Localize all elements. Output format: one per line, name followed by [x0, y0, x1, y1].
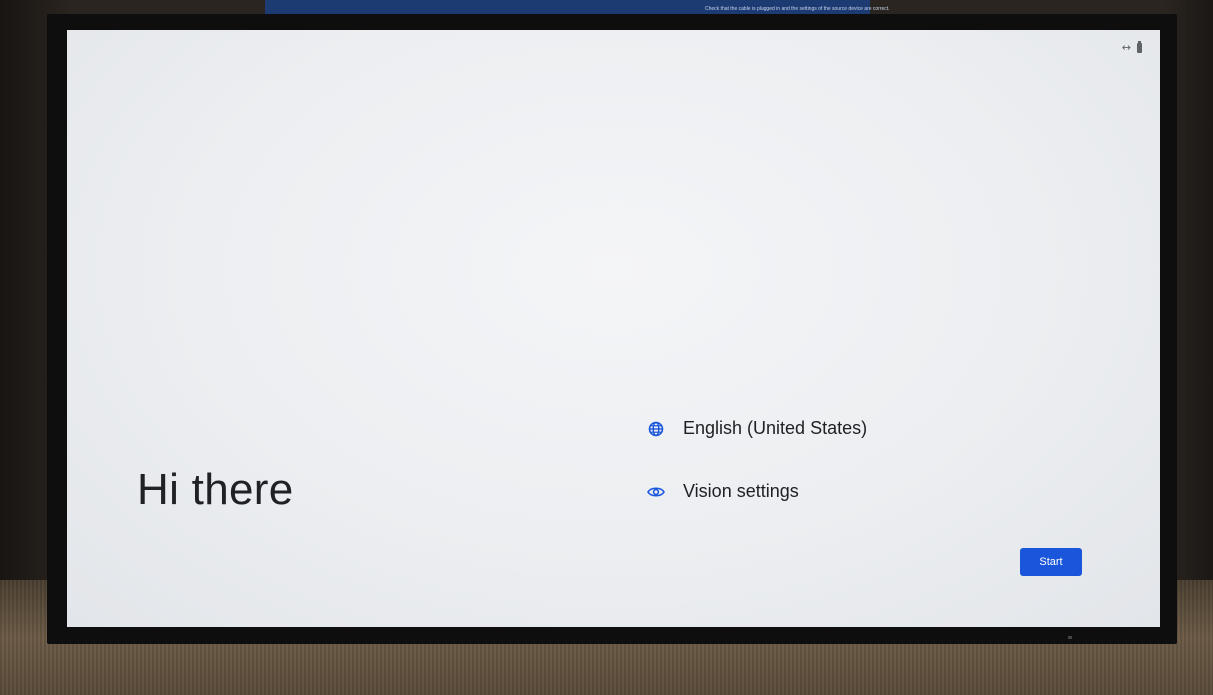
swap-horizontal-icon: ↔ [1121, 41, 1131, 54]
vision-settings-option[interactable]: Vision settings [647, 481, 799, 502]
language-option-label: English (United States) [683, 418, 868, 438]
start-button[interactable]: Start [1020, 548, 1082, 576]
language-option[interactable]: English (United States) [647, 418, 867, 439]
tv-power-led [1068, 636, 1072, 639]
status-bar: ↔ [1121, 40, 1142, 54]
vision-settings-label: Vision settings [683, 481, 799, 501]
globe-icon [647, 420, 665, 438]
eye-icon [647, 483, 665, 501]
tv-screen: ↔ Hi there English (United States) Visio… [67, 30, 1160, 627]
battery-icon [1137, 40, 1142, 53]
photo-scene: Check that the cable is plugged in and t… [0, 0, 1213, 695]
background-monitor-text: Check that the cable is plugged in and t… [705, 6, 890, 12]
welcome-heading: Hi there [137, 465, 294, 514]
